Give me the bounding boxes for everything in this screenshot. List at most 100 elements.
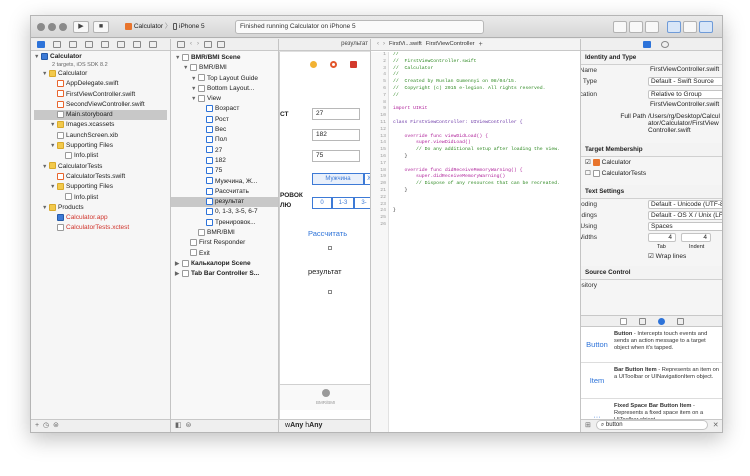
folder-icon[interactable] [37, 41, 45, 48]
add-editor-icon[interactable]: + [479, 41, 483, 48]
outline-item[interactable]: Рост [171, 115, 278, 125]
view-controller-scene[interactable]: СТ 27 182 75 Мужчина Ж РОВОК ЛЮ 0 1-3 3-… [279, 52, 370, 422]
outline-item[interactable]: 75 [171, 166, 278, 176]
filter-icon[interactable]: ⊜ [186, 422, 192, 429]
code-line[interactable] [393, 161, 580, 168]
navigator-item[interactable]: Calculator.app [34, 213, 167, 223]
code-line[interactable] [393, 202, 580, 209]
assistant-editor-button[interactable] [629, 21, 643, 33]
library-search-input[interactable]: ⌕ button [595, 420, 708, 431]
file-inspector-icon[interactable] [642, 41, 651, 48]
warning-icon[interactable] [85, 41, 93, 48]
code-line[interactable]: // Dispose of any resources that can be … [393, 181, 580, 188]
outline-item[interactable]: Рассчитать [171, 187, 278, 197]
close-window-button[interactable] [37, 23, 45, 31]
first-responder-icon[interactable] [330, 61, 337, 68]
navigator-item[interactable]: ▼ Supporting Files [34, 182, 167, 192]
library-item[interactable]: Item Bar Button Item - Represents an item… [581, 363, 722, 399]
file-template-icon[interactable] [619, 317, 627, 325]
code-line[interactable]: // [393, 52, 580, 59]
navigator-item[interactable]: SecondViewController.swift [34, 100, 167, 110]
target-calculator[interactable]: ☑ Calculator [581, 157, 722, 168]
outline-item[interactable]: BMR/BMI [171, 228, 278, 238]
code-line[interactable]: // Calculator [393, 66, 580, 73]
outline-item[interactable]: 182 [171, 156, 278, 166]
location-select[interactable]: Relative to Group [648, 90, 722, 99]
code-editor[interactable]: ‹ › FirstVi...swift FirstViewController … [371, 39, 581, 432]
outline-item[interactable]: Exit [171, 249, 278, 259]
media-library-icon[interactable] [676, 317, 684, 325]
forward-icon[interactable]: › [197, 41, 199, 48]
age-field[interactable]: 27 [312, 108, 360, 120]
outline-item[interactable]: ▼ Top Layout Guide [171, 74, 278, 84]
selection-handle[interactable] [328, 246, 332, 250]
run-button[interactable]: ▶ [73, 21, 89, 33]
encoding-select[interactable]: Default - Unicode (UTF-8) [648, 200, 722, 209]
view-controller-icon[interactable] [310, 61, 317, 68]
tab-width-field[interactable]: 4 [648, 233, 676, 242]
gender-segment-male[interactable]: Мужчина [312, 173, 364, 185]
outline-item[interactable]: ▼ Bottom Layout... [171, 84, 278, 94]
version-editor-button[interactable] [645, 21, 659, 33]
navigator-item[interactable]: Info.plist [34, 151, 167, 161]
code-line[interactable]: // Do any additional setup after loading… [393, 147, 580, 154]
grid-view-icon[interactable]: ⊞ [585, 422, 591, 429]
code-line[interactable]: class FirstViewController: UIViewControl… [393, 120, 580, 127]
outline-item[interactable]: ▶ Калькалори Scene [171, 259, 278, 269]
code-line[interactable] [393, 127, 580, 134]
code-snippet-icon[interactable] [638, 317, 646, 325]
stop-button[interactable]: ■ [93, 21, 109, 33]
outline-item[interactable]: ▼ BMR/BMI Scene [171, 53, 278, 63]
storyboard-canvas[interactable]: результат СТ 27 182 75 Мужчина Ж РОВОК Л… [279, 39, 371, 432]
code-text[interactable]: //// FirstViewController.swift// Calcula… [393, 52, 580, 432]
name-field[interactable]: FirstViewController.swift [648, 66, 722, 75]
code-line[interactable] [393, 215, 580, 222]
object-library-icon[interactable] [657, 317, 665, 325]
report-icon[interactable] [149, 41, 157, 48]
search-icon[interactable] [69, 41, 77, 48]
outline-item[interactable]: Тренировок... [171, 218, 278, 228]
debug-toggle-button[interactable] [683, 21, 697, 33]
code-line[interactable]: } [393, 154, 580, 161]
test-icon[interactable] [101, 41, 109, 48]
target-calculator-tests[interactable]: ☐ CalculatorTests [581, 168, 722, 179]
type-select[interactable]: Default - Swift Source [648, 77, 722, 86]
navigator-item[interactable]: ▼ CalculatorTests [34, 162, 167, 172]
debug-icon[interactable] [117, 41, 125, 48]
library-item[interactable]: Button Button - Intercepts touch events a… [581, 327, 722, 363]
navigator-item[interactable]: CalculatorTests.xctest [34, 223, 167, 233]
navigator-item[interactable]: Main.storyboard [34, 110, 167, 121]
navigator-item[interactable]: LaunchScreen.xib [34, 131, 167, 141]
back-icon[interactable]: ‹ [377, 41, 379, 48]
outline-item[interactable]: результат [171, 197, 278, 208]
selection-handle-bottom[interactable] [328, 290, 332, 294]
outline-item[interactable]: First Responder [171, 238, 278, 248]
zoom-window-button[interactable] [59, 23, 67, 31]
outline-item[interactable]: Возраст [171, 104, 278, 114]
add-icon[interactable]: + [35, 422, 39, 429]
navigator-item[interactable]: AppDelegate.swift [34, 79, 167, 89]
scheme-selector[interactable]: Calculator 〉 iPhone 5 [125, 21, 205, 33]
project-root[interactable]: ▼ Calculator [34, 53, 167, 61]
navigator-item[interactable]: ▼ Calculator [34, 69, 167, 79]
code-line[interactable]: import UIKit [393, 106, 580, 113]
code-line[interactable]: // Created by Ruslan Gumennyi on 08/04/1… [393, 79, 580, 86]
clock-icon[interactable]: ◷ [43, 422, 49, 429]
code-line[interactable]: // FirstViewController.swift [393, 59, 580, 66]
navigator-item[interactable]: CalculatorTests.swift [34, 172, 167, 182]
editor-breadcrumb-file[interactable]: FirstVi...swift [389, 41, 422, 48]
navigator-item[interactable]: Info.plist [34, 193, 167, 203]
code-line[interactable]: // Copyright (c) 2015 e-legion. All righ… [393, 86, 580, 93]
filter-icon[interactable]: ⊜ [53, 422, 59, 429]
result-label[interactable]: результат [308, 267, 342, 276]
navigator-toggle-button[interactable] [667, 21, 681, 33]
back-icon[interactable]: ‹ [190, 41, 192, 48]
clear-search-icon[interactable]: ✕ [713, 422, 719, 429]
forward-icon[interactable]: › [383, 41, 385, 48]
tab-bar-label[interactable]: BMR/BMI [316, 400, 335, 405]
minimize-window-button[interactable] [48, 23, 56, 31]
tab-bar[interactable]: BMR/BMI [280, 384, 370, 410]
symbol-icon[interactable] [53, 41, 61, 48]
utilities-toggle-button[interactable] [699, 21, 713, 33]
code-line[interactable]: // [393, 93, 580, 100]
